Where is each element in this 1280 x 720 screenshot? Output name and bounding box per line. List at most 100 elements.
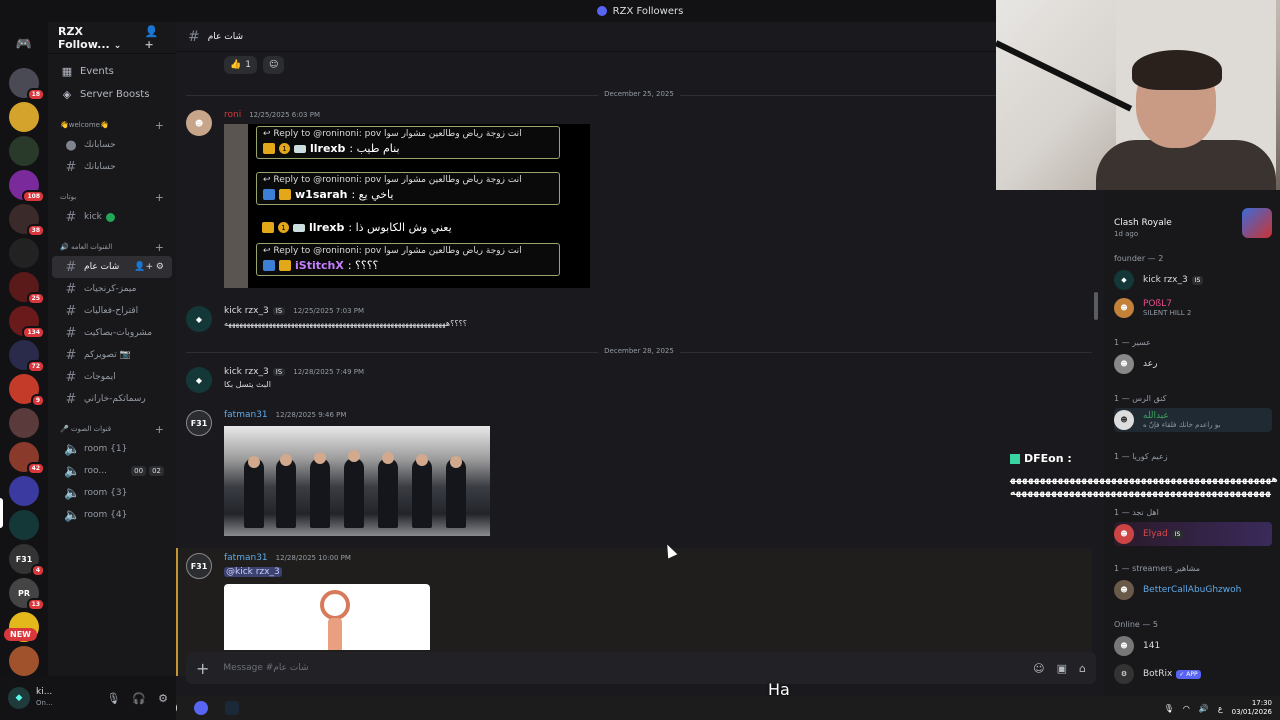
chat-scrollbar[interactable] — [1094, 292, 1098, 320]
server-icon[interactable]: 18 — [9, 68, 45, 101]
message-author[interactable]: kick rzx_3 — [224, 306, 269, 316]
server-icon[interactable]: 42 — [9, 442, 45, 475]
wifi-icon[interactable]: ◠ — [1183, 704, 1190, 713]
unread-badge: 72 — [26, 360, 45, 373]
server-icon[interactable] — [9, 646, 39, 676]
reaction-thumbs-up[interactable]: 👍 1 — [224, 56, 257, 74]
member-item[interactable]: ☻ BetterCallAbuGhzwoh — [1114, 578, 1272, 602]
invite-people-icon[interactable]: 👤+ — [144, 25, 166, 51]
discord-home-button[interactable]: 🎮 — [8, 28, 40, 60]
channel-settings-icon[interactable]: 👤+ ⚙ — [134, 262, 164, 272]
category-general[interactable]: 🔊 القنوات العامه + — [48, 238, 176, 256]
server-icon[interactable] — [9, 136, 39, 166]
microphone-icon[interactable]: 🎙 — [1164, 704, 1174, 713]
voice-channel[interactable]: 🔈 room {3} — [52, 482, 172, 504]
member-item[interactable]: ☻ رعد — [1114, 352, 1272, 376]
member-item[interactable]: ☻ 141 — [1114, 634, 1272, 658]
server-icon[interactable]: 72 — [9, 340, 45, 373]
member-activity-card[interactable]: Clash Royale 1d ago — [1110, 198, 1274, 242]
channel-item[interactable]: # حسابانك — [52, 156, 172, 178]
message-image-attachment[interactable] — [224, 426, 490, 536]
clash-royale-icon — [1242, 208, 1272, 238]
server-icon[interactable]: 134 — [9, 306, 45, 339]
channel-item[interactable]: # اقتراح-فعاليات — [52, 300, 172, 322]
add-channel-icon[interactable]: + — [155, 119, 164, 132]
gear-icon[interactable]: ⚙ — [158, 692, 168, 705]
user-mention[interactable]: @kick rzx_3 — [224, 567, 282, 577]
voice-channel[interactable]: 🔈 roo... 00 02 — [52, 460, 172, 482]
message-screenshot-attachment[interactable]: ↩ Reply to @roninoni: pov انت زوجة رياض … — [224, 124, 590, 288]
add-attachment-icon[interactable]: + — [196, 659, 209, 678]
server-icon-selected[interactable] — [9, 510, 39, 540]
member-item[interactable]: ◆ kick rzx_3 IS — [1114, 268, 1272, 292]
message-composer[interactable]: + Message #شات عام ☺ ▣ ⌂ — [186, 652, 1096, 684]
server-icon[interactable]: 9 — [9, 374, 45, 407]
message-input[interactable]: Message #شات عام — [223, 663, 308, 673]
add-channel-icon[interactable]: + — [155, 241, 164, 254]
channel-item[interactable]: # مشروبات-بصاكيت — [52, 322, 172, 344]
clock[interactable]: 17:30 03/01/2026 — [1232, 699, 1272, 717]
avatar[interactable]: ☻ — [186, 110, 212, 136]
message-author[interactable]: kick rzx_3 — [224, 367, 269, 377]
message-author[interactable]: fatman31 — [224, 410, 268, 420]
channel-label: شات عام — [84, 262, 120, 272]
nav-events[interactable]: ▦ Events — [48, 60, 176, 83]
add-reaction-button[interactable]: ☺ — [262, 56, 285, 74]
steam-icon[interactable] — [225, 701, 239, 715]
server-header[interactable]: RZX Follow... ⌄ 👤+ — [48, 22, 176, 54]
category-bots[interactable]: بوتات + — [48, 188, 176, 206]
member-item[interactable]: ☻ Elyad IS — [1114, 522, 1272, 546]
server-icon[interactable]: 38 — [9, 204, 45, 237]
microphone-icon[interactable]: 🎙 — [106, 692, 120, 705]
discord-icon[interactable] — [194, 701, 208, 715]
server-icon[interactable] — [9, 476, 39, 506]
channel-item[interactable]: # ميمز-كرنجيات — [52, 278, 172, 300]
avatar[interactable]: ◆ — [186, 367, 212, 393]
voice-channel[interactable]: 🔈 room {4} — [52, 504, 172, 526]
channel-item[interactable]: # ايموجات — [52, 366, 172, 388]
message-author[interactable]: fatman31 — [224, 553, 268, 563]
crown-icon — [262, 222, 274, 233]
server-icon[interactable]: PR 13 — [9, 578, 45, 611]
nav-server-boosts[interactable]: ◈ Server Boosts — [48, 83, 176, 106]
avatar[interactable]: ◆ — [8, 687, 30, 709]
voice-channel[interactable]: 🔈 room {1} — [52, 438, 172, 460]
overlay-author-name: DFEon : — [1024, 452, 1072, 465]
channel-general-chat[interactable]: # شات عام 👤+ ⚙ — [52, 256, 172, 278]
server-icon[interactable] — [9, 238, 39, 268]
member-item[interactable]: ☻ عبدالله بو راعدم خانك فلقاء فإنّ ه — [1114, 408, 1272, 432]
channel-item[interactable]: ● حسابانك — [52, 134, 172, 156]
member-item[interactable]: ☻ POßL7 SILENT HILL 2 — [1114, 296, 1272, 320]
gif-icon[interactable]: ▣ — [1057, 662, 1067, 675]
emoji-icon[interactable]: ☺ — [1033, 662, 1044, 675]
volume-icon[interactable]: 🔊 — [1199, 704, 1209, 713]
category-voice[interactable]: 🎤 قنوات الصوت + — [48, 420, 176, 438]
new-servers-badge[interactable]: NEW — [4, 628, 37, 641]
channel-item[interactable]: # رسماتكم-خاراني — [52, 388, 172, 410]
category-welcome[interactable]: 👋welcome👋 + — [48, 116, 176, 134]
message-author[interactable]: roni — [224, 110, 241, 120]
server-icon[interactable] — [9, 408, 39, 438]
server-icon[interactable]: 108 — [9, 170, 45, 203]
nav-boosts-label: Server Boosts — [80, 89, 150, 100]
add-channel-icon[interactable]: + — [155, 191, 164, 204]
member-item[interactable]: ⚙ BotRix ✓ APP — [1114, 662, 1272, 686]
avatar[interactable]: F31 — [186, 410, 212, 436]
language-indicator[interactable]: ع — [1218, 704, 1223, 713]
member-name: رعد — [1143, 359, 1158, 369]
server-icon[interactable]: 25 — [9, 272, 45, 305]
message-image-attachment[interactable] — [224, 584, 430, 650]
add-channel-icon[interactable]: + — [155, 423, 164, 436]
avatar[interactable]: F31 — [186, 553, 212, 579]
avatar[interactable]: ◆ — [186, 306, 212, 332]
crown-icon — [279, 260, 291, 271]
member-category: 1 — عسير — [1114, 338, 1151, 347]
unread-badge: 4 — [30, 564, 45, 577]
user-names[interactable]: ki... On... — [36, 687, 53, 709]
headphones-icon[interactable]: 🎧 — [132, 692, 146, 705]
server-icon[interactable]: F31 4 — [9, 544, 45, 577]
server-icon[interactable] — [9, 102, 39, 132]
gift-icon[interactable]: ⌂ — [1079, 662, 1086, 675]
channel-kick[interactable]: # kick — [52, 206, 172, 228]
channel-item[interactable]: # تصويركم 📷 — [52, 344, 172, 366]
